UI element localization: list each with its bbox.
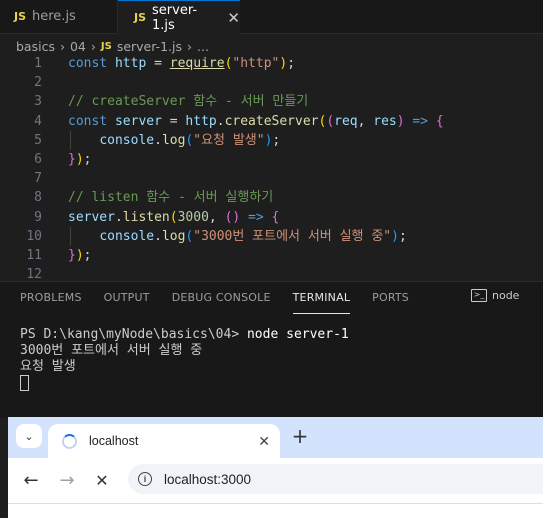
line-number: 4 [34,113,42,129]
terminal-cursor [20,375,29,391]
new-tab-button[interactable]: + [290,425,310,447]
breadcrumb-item[interactable]: basics [16,39,55,54]
breadcrumb-item[interactable]: 04 [70,39,86,54]
code-line: 1 const http = require("http"); [0,54,543,73]
code-token: ; [287,56,296,71]
tab-label: server-1.js [152,2,198,33]
chevron-right-icon: › [187,38,193,54]
code-token: "http" [232,56,280,71]
code-token: => [404,113,436,129]
code-token: listen [122,209,170,225]
code-token: console [99,228,155,244]
code-token: require [169,56,225,71]
line-number: 9 [34,209,42,225]
address-text: localhost:3000 [164,471,252,487]
arrow-right-icon: → [59,469,75,491]
chevron-down-icon: ⌄ [24,429,34,443]
info-icon[interactable]: i [138,472,152,486]
code-line: 2 [0,73,543,92]
code-token: http [114,56,147,71]
code-line: 9 server.listen(3000, () => { [0,208,543,227]
js-file-icon: JS [14,10,27,23]
tab-server-1-js[interactable]: JS server-1.js ✕ [118,0,240,34]
close-icon[interactable]: ✕ [258,433,270,450]
code-line: 4 const server = http.createServer((req, … [0,112,543,131]
js-file-icon: JS [134,11,147,24]
code-token: req [334,113,358,129]
tab-label: here.js [32,9,76,24]
chevron-right-icon: › [90,38,96,54]
code-line: 10 console.log("3000번 포트에서 서버 실행 중"); [0,226,543,246]
breadcrumb-item[interactable]: ... [197,39,209,54]
terminal-prompt: PS D:\kang\myNode\basics\04> [20,327,247,342]
forward-button[interactable]: → [53,466,81,494]
line-number: 10 [26,228,42,244]
panel-tabs: PROBLEMS OUTPUT DEBUG CONSOLE TERMINAL P… [20,291,431,314]
tab-problems[interactable]: PROBLEMS [20,291,82,313]
line-number: 7 [34,171,42,187]
browser-tab[interactable]: localhost ✕ [48,424,280,458]
code-token: log [161,132,186,148]
js-file-icon: JS [100,40,112,52]
code-token: const [68,56,108,71]
code-line: 5 console.log("요청 발생"); [0,130,543,150]
stop-loading-button[interactable]: ✕ [88,466,116,494]
tab-here-js[interactable]: JS here.js [0,0,118,33]
code-token: => [240,209,272,225]
terminal-selector[interactable]: >_ node [471,289,519,302]
code-comment: // createServer 함수 - 서버 만들기 [68,94,309,110]
terminal-line: 요청 발생 [20,359,76,374]
terminal-output[interactable]: PS D:\kang\myNode\basics\04> node server… [20,327,349,392]
line-number: 11 [26,247,42,263]
code-token: 3000 [177,209,209,225]
shell-label: node [492,289,520,302]
code-token: = [146,56,170,71]
breadcrumb: basics › 04 › JS server-1.js › ... [16,36,209,56]
loading-spinner-icon [62,433,77,449]
code-line: 6}); [0,150,543,169]
line-number: 1 [34,56,42,71]
code-line: 8 // listen 함수 - 서버 실행하기 [0,188,543,207]
line-number: 2 [34,75,42,91]
code-token: http [185,113,217,129]
close-icon: ✕ [95,470,109,490]
arrow-left-icon: ← [23,469,39,491]
code-token: console [99,132,155,148]
code-token: log [161,228,186,244]
line-number: 3 [34,94,42,110]
tab-debug-console[interactable]: DEBUG CONSOLE [172,291,271,313]
page-content [8,503,543,518]
code-token: "요청 발생" [193,132,265,148]
code-token: createServer [224,113,319,129]
terminal-icon: >_ [471,289,487,302]
back-button[interactable]: ← [17,466,45,494]
terminal-line: 3000번 포트에서 서버 실행 중 [20,343,203,358]
terminal-command: node server-1 [246,327,349,342]
tab-terminal[interactable]: TERMINAL [292,291,351,314]
chevron-right-icon: › [59,38,65,54]
line-number: 6 [34,151,42,167]
code-token: server [114,113,162,129]
browser-tab-title: localhost [89,434,139,448]
line-number: 8 [34,190,42,206]
close-tab-icon[interactable]: ✕ [227,9,240,27]
tab-search-button[interactable]: ⌄ [16,424,42,448]
code-editor[interactable]: 1 const http = require("http"); 2 3// cre… [0,54,543,284]
code-line: 3 // createServer 함수 - 서버 만들기 [0,92,543,111]
breadcrumb-item[interactable]: server-1.js [117,39,182,54]
code-line: 11}); [0,246,543,265]
code-line: 7 [0,169,543,188]
tab-ports[interactable]: PORTS [372,291,409,313]
code-token: = [161,113,186,129]
code-token: res [373,113,397,129]
code-token: const [68,113,108,129]
code-token: "3000번 포트에서 서버 실행 중" [193,228,392,244]
code-comment: // listen 함수 - 서버 실행하기 [68,190,274,206]
tab-output[interactable]: OUTPUT [104,291,150,313]
line-number: 5 [34,132,42,148]
address-bar[interactable]: i localhost:3000 [128,464,543,494]
code-token: server [68,209,115,225]
